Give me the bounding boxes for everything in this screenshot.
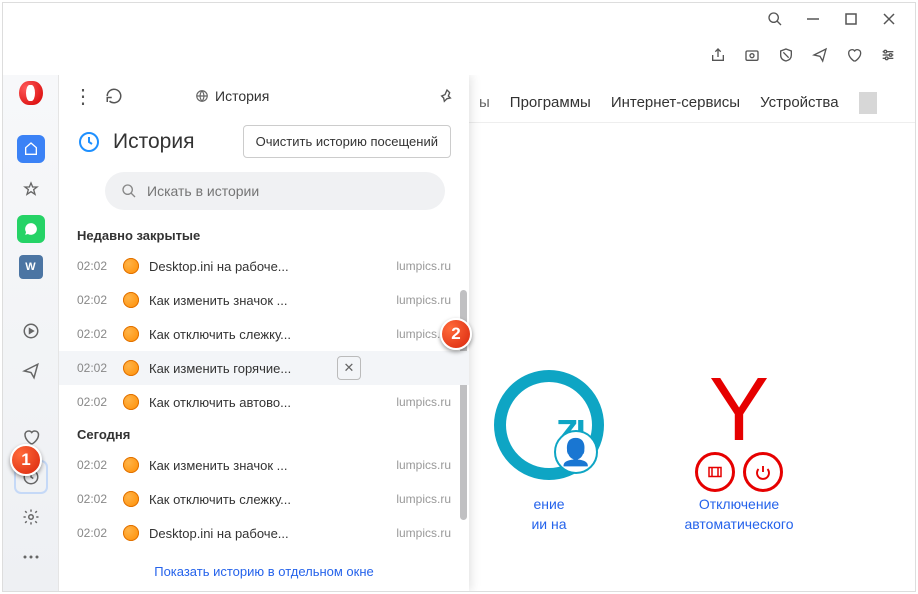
favicon-icon: [123, 525, 139, 541]
favicon-icon: [123, 360, 139, 376]
card-1[interactable]: ZU 👤 ение ии на: [489, 365, 609, 534]
shield-icon[interactable]: [777, 46, 795, 64]
sidebar-whatsapp[interactable]: [17, 215, 45, 243]
sidebar-speed-dial[interactable]: [17, 135, 45, 163]
page-content: ы Программы Интернет-сервисы Устройства …: [59, 75, 915, 591]
film-icon: [695, 452, 735, 492]
history-search[interactable]: [105, 172, 445, 210]
globe-icon: [195, 89, 209, 103]
card-2-title: Отключение автоматического: [684, 495, 793, 534]
close-icon[interactable]: [881, 11, 897, 27]
window-titlebar: [3, 3, 915, 35]
favicon-icon: [123, 457, 139, 473]
clear-history-button[interactable]: Очистить историю посещений: [243, 125, 451, 158]
sidebar-bookmarks[interactable]: [17, 175, 45, 203]
favicon-icon: [123, 258, 139, 274]
sidebar-player[interactable]: [17, 317, 45, 345]
screenshot-icon[interactable]: [743, 46, 761, 64]
favicon-icon: [123, 326, 139, 342]
annotation-badge-1: 1: [10, 444, 42, 476]
nav-item-partial[interactable]: ы: [479, 94, 490, 111]
sidebar-messenger[interactable]: [17, 357, 45, 385]
page-toolbar: [3, 35, 915, 75]
send-icon[interactable]: [811, 46, 829, 64]
search-icon[interactable]: [767, 11, 783, 27]
reload-icon[interactable]: [105, 87, 123, 105]
history-list[interactable]: Недавно закрытые 02:02Desktop.ini на раб…: [59, 220, 469, 552]
favicon-icon: [123, 394, 139, 410]
cards-row: ZU 👤 ение ии на Y: [489, 365, 905, 534]
delete-item-button[interactable]: ✕: [337, 356, 361, 380]
sidebar-vk[interactable]: W: [19, 255, 43, 279]
history-panel: ⋮ История История Очистить историю посещ…: [59, 75, 469, 591]
clock-icon: [77, 130, 101, 154]
nav-more-icon[interactable]: [859, 92, 877, 114]
history-item[interactable]: 02:02Desktop.ini на рабоче...lumpics.ru: [59, 516, 469, 550]
yandex-logo-icon: Y: [709, 359, 769, 462]
heart-icon[interactable]: [845, 46, 863, 64]
search-icon: [121, 183, 137, 199]
history-item[interactable]: 02:02Как изменить горячие...lumpics.ru: [59, 550, 469, 552]
sidebar: W: [3, 75, 59, 591]
history-panel-header: ⋮ История: [59, 75, 469, 117]
maximize-icon[interactable]: [843, 11, 859, 27]
annotation-badge-2: 2: [440, 318, 472, 350]
zu-logo-icon: ZU 👤: [494, 370, 604, 480]
card-2[interactable]: Y Отключение автоматического: [679, 365, 799, 534]
history-item[interactable]: 02:02Как отключить слежку...lumpics.ru: [59, 482, 469, 516]
pin-icon[interactable]: [439, 88, 455, 104]
history-search-input[interactable]: [147, 183, 429, 199]
history-item[interactable]: 02:02Как отключить слежку...lumpics.ru: [59, 317, 469, 351]
card-1-title: ение ии на: [531, 495, 566, 534]
nav-item-services[interactable]: Интернет-сервисы: [611, 94, 740, 111]
sidebar-settings[interactable]: [17, 503, 45, 531]
history-item[interactable]: 02:02Как изменить горячие...✕: [59, 351, 469, 385]
history-title: История: [113, 130, 231, 154]
favicon-icon: [123, 491, 139, 507]
nav-item-devices[interactable]: Устройства: [760, 94, 838, 111]
sidebar-more[interactable]: [17, 543, 45, 571]
panel-menu-icon[interactable]: ⋮: [73, 84, 93, 109]
opera-logo-icon[interactable]: [19, 81, 43, 105]
minimize-icon[interactable]: [805, 11, 821, 27]
section-recent: Недавно закрытые: [59, 220, 469, 249]
panel-tab: История: [195, 88, 269, 104]
history-footer: Показать историю в отдельном окне: [59, 552, 469, 591]
easy-setup-icon[interactable]: [879, 46, 897, 64]
nav-item-programs[interactable]: Программы: [510, 94, 591, 111]
avatar-icon: 👤: [554, 430, 598, 474]
open-full-history-link[interactable]: Показать историю в отдельном окне: [154, 564, 374, 579]
history-item[interactable]: 02:02Как изменить значок ...lumpics.ru: [59, 448, 469, 482]
history-item[interactable]: 02:02Как изменить значок ...lumpics.ru: [59, 283, 469, 317]
share-icon[interactable]: [709, 46, 727, 64]
history-item[interactable]: 02:02Desktop.ini на рабоче...lumpics.ru: [59, 249, 469, 283]
favicon-icon: [123, 292, 139, 308]
power-icon: [743, 452, 783, 492]
history-item[interactable]: 02:02Как отключить автово...lumpics.ru: [59, 385, 469, 419]
opera-window: W ы Программы Интернет-сервисы Устройств…: [2, 2, 916, 592]
history-title-row: История Очистить историю посещений: [59, 117, 469, 172]
section-today: Сегодня: [59, 419, 469, 448]
